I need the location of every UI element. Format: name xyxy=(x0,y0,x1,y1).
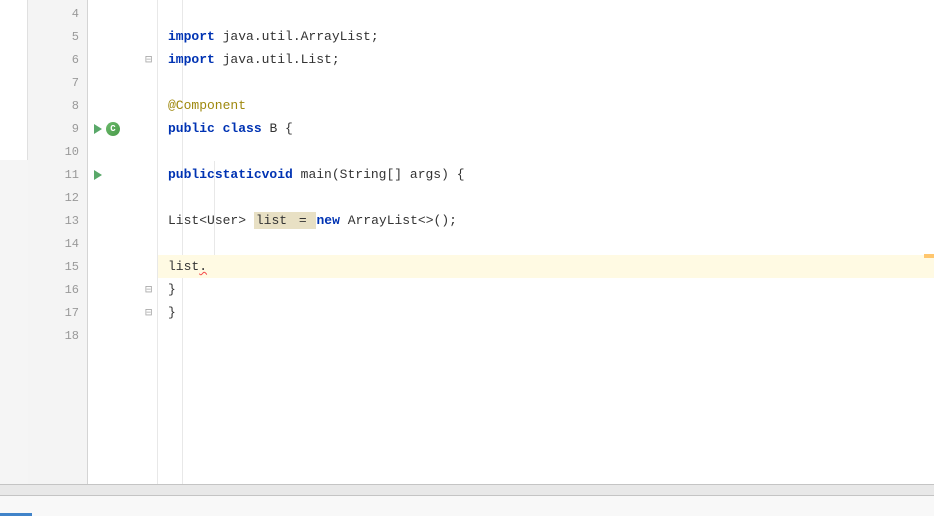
status-bar[interactable] xyxy=(0,496,934,516)
code-line[interactable]: } xyxy=(158,301,934,324)
line-number[interactable]: 16 xyxy=(28,278,87,301)
line-number[interactable]: 12 xyxy=(28,186,87,209)
code-line[interactable]: import java.util.ArrayList; xyxy=(158,25,934,48)
code-line-current[interactable]: list. xyxy=(158,255,934,278)
left-margin xyxy=(0,0,28,484)
run-icon[interactable] xyxy=(94,124,102,134)
code-editor[interactable]: import java.util.ArrayList; import java.… xyxy=(158,0,934,484)
code-line[interactable]: } xyxy=(158,278,934,301)
code-line[interactable]: public static void main(String[] args) { xyxy=(158,163,934,186)
code-line[interactable] xyxy=(158,324,934,347)
bottom-bar xyxy=(0,484,934,516)
scrollbar-warning-marker[interactable] xyxy=(924,254,934,258)
line-number[interactable]: 5 xyxy=(28,25,87,48)
line-number[interactable]: 15 xyxy=(28,255,87,278)
line-number[interactable]: 17 xyxy=(28,301,87,324)
line-number[interactable]: 7 xyxy=(28,71,87,94)
line-number[interactable]: 11 xyxy=(28,163,87,186)
fold-indicator-icon[interactable]: ⊟ xyxy=(145,285,155,295)
line-number[interactable]: 6 xyxy=(28,48,87,71)
run-icon[interactable] xyxy=(94,170,102,180)
line-number-gutter[interactable]: 4 5 6 7 8 9 10 11 12 13 14 15 16 17 18 xyxy=(28,0,88,484)
gutter-icon-area: ⊟ ⊟ ⊟ xyxy=(88,0,158,484)
operator-highlight: = xyxy=(289,212,316,229)
editor-container: 4 5 6 7 8 9 10 11 12 13 14 15 16 17 18 ⊟… xyxy=(0,0,934,484)
variable-highlight: list xyxy=(254,212,289,229)
line-number[interactable]: 14 xyxy=(28,232,87,255)
fold-indicator-icon[interactable]: ⊟ xyxy=(145,308,155,318)
code-line[interactable]: List<User> list = new ArrayList<>(); xyxy=(158,209,934,232)
class-icon[interactable] xyxy=(106,122,120,136)
line-number[interactable]: 4 xyxy=(28,2,87,25)
code-line[interactable] xyxy=(158,232,934,255)
line-number[interactable]: 8 xyxy=(28,94,87,117)
code-line[interactable]: import java.util.List; xyxy=(158,48,934,71)
error-marker: . xyxy=(199,259,207,274)
fold-indicator-icon[interactable]: ⊟ xyxy=(145,55,155,65)
line-number[interactable]: 13 xyxy=(28,209,87,232)
code-line[interactable] xyxy=(158,140,934,163)
code-line[interactable] xyxy=(158,71,934,94)
code-line[interactable]: @Component xyxy=(158,94,934,117)
code-line[interactable] xyxy=(158,2,934,25)
status-divider[interactable] xyxy=(0,484,934,496)
line-number[interactable]: 9 xyxy=(28,117,87,140)
line-number[interactable]: 10 xyxy=(28,140,87,163)
code-line[interactable] xyxy=(158,186,934,209)
line-number[interactable]: 18 xyxy=(28,324,87,347)
code-line[interactable]: public class B { xyxy=(158,117,934,140)
